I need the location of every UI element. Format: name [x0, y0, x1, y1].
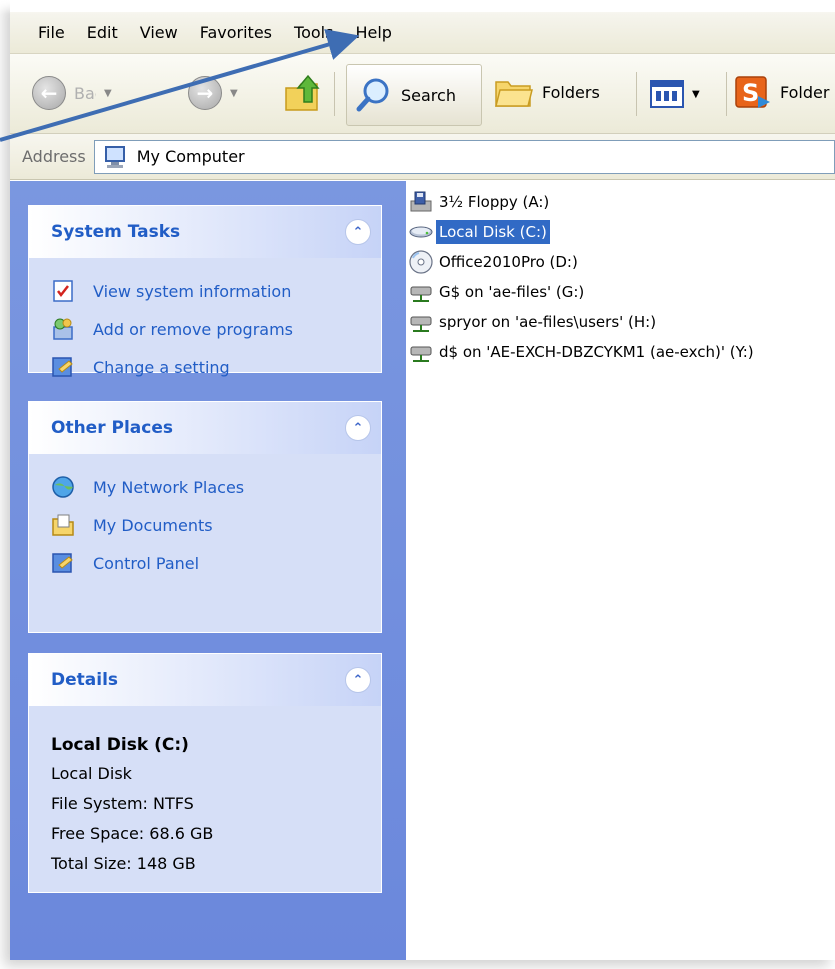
annotation-arrow [0, 29, 360, 142]
